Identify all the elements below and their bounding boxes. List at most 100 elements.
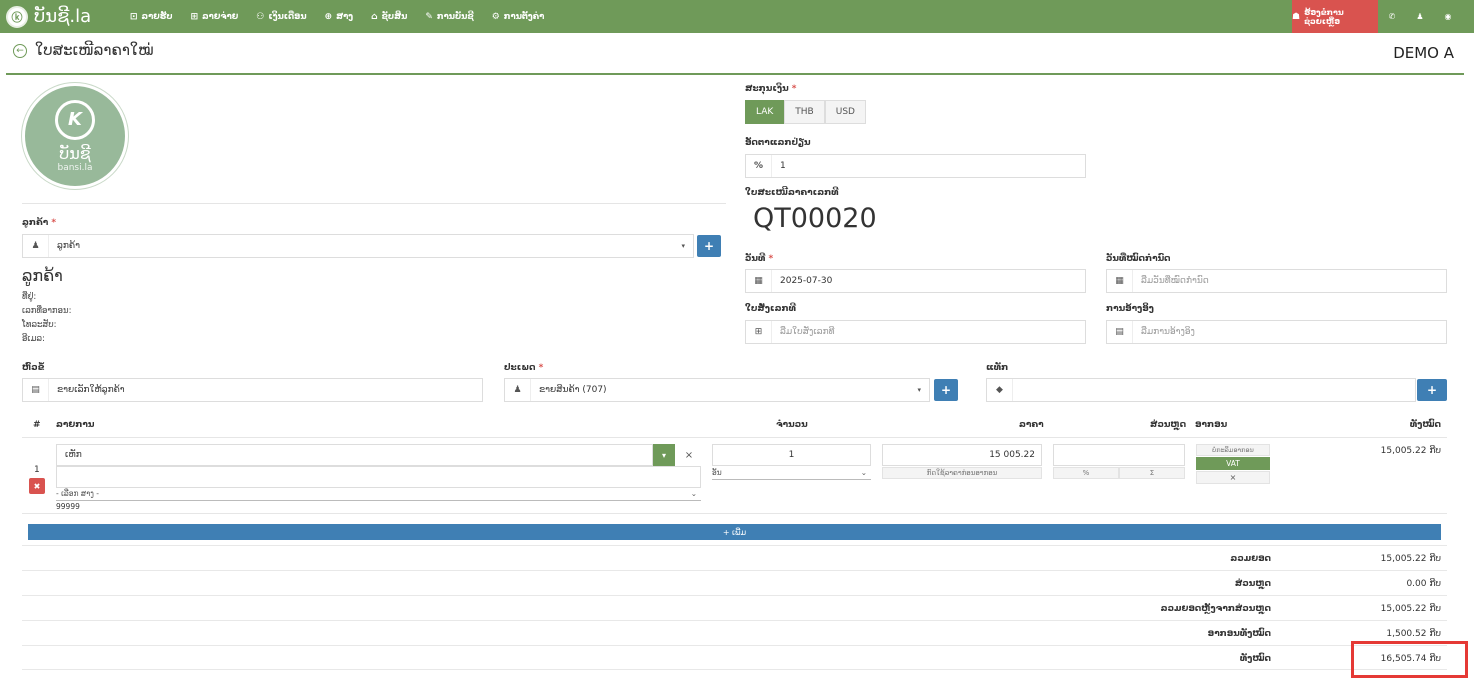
tax-total-row: ອາກອນທັງໝົດ 1,500.52 ກີບ xyxy=(22,620,1447,645)
nav-item-settings[interactable]: ⚙ ການຕັ້ງຄ່າ xyxy=(492,12,545,22)
main-nav: ⊡ ລາຍຮັບ ⊞ ລາຍຈ່າຍ ⚇ ເງິນເດືອນ ⊕ ສາງ ⌂ ຊັບສິນ… xyxy=(130,0,562,33)
brand[interactable]: ⓚ ບັນຊີ.la xyxy=(6,4,91,29)
help-icon[interactable]: ◉ xyxy=(1438,0,1458,33)
header-divider xyxy=(6,73,1464,75)
nav-item-expense[interactable]: ⊞ ລາຍຈ່າຍ xyxy=(191,12,239,22)
close-icon: × xyxy=(684,449,694,461)
item-select[interactable]: ເຫັກ xyxy=(56,444,653,466)
grand-total-row: ທັງໝົດ 16,505.74 ກີບ xyxy=(22,645,1447,670)
add-customer-button[interactable]: + xyxy=(697,235,721,257)
type-label: ປະເພດ * xyxy=(504,363,544,373)
brand-name: ບັນຊີ.la xyxy=(34,6,92,27)
currency-label: ສະກຸນເງິນ * xyxy=(745,84,797,94)
po-label: ໃບສັ່ງເລກທີ xyxy=(745,304,796,314)
row-total: 15,005.22 ກີບ xyxy=(1380,446,1441,456)
bank-icon: ⌂ xyxy=(371,11,378,22)
unit-select[interactable]: ອັນ ⌄ xyxy=(712,468,871,480)
currency-toggle: LAK THB USD xyxy=(745,100,866,124)
type-select[interactable]: ♟ ຂາຍສິນຄ້າ (707) ▾ xyxy=(504,378,930,402)
left-divider xyxy=(22,203,726,204)
customer-address: ທີ່ຢູ່: xyxy=(22,292,37,302)
customer-select[interactable]: ♟ ລູກຄ້າ ▾ xyxy=(22,234,694,258)
whatsapp-icon[interactable]: ✆ xyxy=(1382,0,1402,33)
discount-sum-button[interactable]: Σ xyxy=(1119,467,1185,479)
subject-input[interactable]: ▤ ຂາຍເລັກໃຫ້ລູກຄ້າ xyxy=(22,378,483,402)
chevron-down-icon: ▾ xyxy=(661,450,666,460)
brand-logo-icon: ⓚ xyxy=(6,5,28,28)
date-input[interactable]: ▦ 2025-07-30 xyxy=(745,269,1086,293)
tags-label: ແທັກ xyxy=(986,363,1009,373)
support-button[interactable]: ☗ ຮ້ອງຂໍການຊ່ວຍເຫຼືອ xyxy=(1292,0,1378,33)
tags-input[interactable]: ◆ xyxy=(986,378,1416,402)
warehouse-icon: ⊕ xyxy=(324,11,333,22)
trash-icon: ✖ xyxy=(33,481,41,491)
cart-icon: ⊞ xyxy=(746,321,772,343)
chevron-down-icon: ▾ xyxy=(681,242,685,250)
currency-thb[interactable]: THB xyxy=(784,100,825,124)
customer-label: ລູກຄ້າ * xyxy=(22,218,57,228)
nav-item-income[interactable]: ⊡ ລາຍຮັບ xyxy=(130,12,173,22)
tax-vat-option[interactable]: VAT xyxy=(1196,457,1270,470)
nav-item-assets[interactable]: ⌂ ຊັບສິນ xyxy=(371,12,407,22)
customer-name: ລູກຄ້າ xyxy=(22,266,63,285)
add-row-button[interactable]: + ເພີ່ມ xyxy=(28,524,1441,540)
due-date-input[interactable]: ▦ ລືມວັນທີ່ໝົດກຳນົດ xyxy=(1106,269,1447,293)
nav-item-payroll[interactable]: ⚇ ເງິນເດືອນ xyxy=(256,12,306,22)
tax-clear-option[interactable]: × xyxy=(1196,471,1270,484)
warehouse-select[interactable]: - ເລືອກ ສາງ - ⌄ xyxy=(56,489,701,501)
user-icon[interactable]: ♟ xyxy=(1410,0,1430,33)
income-icon: ⊡ xyxy=(130,11,138,22)
currency-lak[interactable]: LAK xyxy=(745,100,785,124)
tax-none-option[interactable]: ບໍ່ກະລິມອາກອນ xyxy=(1196,444,1270,456)
grand-total-highlight xyxy=(1351,641,1468,678)
company-name: DEMO A xyxy=(1393,44,1454,62)
price-input[interactable]: 15 005.22 xyxy=(882,444,1042,466)
discount-input[interactable] xyxy=(1053,444,1185,466)
file-icon: ▤ xyxy=(23,379,49,401)
item-dropdown-button[interactable]: ▾ xyxy=(653,444,675,466)
add-type-button[interactable]: + xyxy=(934,379,958,401)
file-icon: ▤ xyxy=(1107,321,1133,343)
subtotal-row: ລວມຍອດ 15,005.22 ກີບ xyxy=(22,545,1447,570)
item-description-textarea[interactable] xyxy=(56,466,701,488)
page-title: ໃບສະເໜີລາຄາໃໝ່ xyxy=(35,41,154,59)
quote-number: QT00020 xyxy=(753,203,877,234)
nav-item-warehouse[interactable]: ⊕ ສາງ xyxy=(325,12,354,22)
calendar-icon: ▦ xyxy=(746,270,772,292)
chevron-down-icon: ⌄ xyxy=(690,489,697,498)
po-input[interactable]: ⊞ ລືມໃບສັ່ງເລກທີ xyxy=(745,320,1086,344)
gears-icon: ⚙ xyxy=(491,11,500,22)
customer-email: ອີເມລ: xyxy=(22,334,45,344)
exchange-rate-label: ອັດຕາແລກປ່ຽນ xyxy=(745,138,811,148)
user-icon: ♟ xyxy=(23,235,49,257)
book-icon: ✎ xyxy=(425,11,433,22)
page-header: ← ໃບສະເໜີລາຄາໃໝ່ DEMO A xyxy=(0,33,1474,73)
row-number: 1 xyxy=(34,465,40,475)
due-date-label: ວັນທີ່ໝົດກຳນົດ xyxy=(1106,254,1171,264)
reference-label: ການອ້າງອິງ xyxy=(1106,304,1154,314)
customer-phone: ໂທລະສັບ: xyxy=(22,320,57,330)
logo-k-icon: K xyxy=(55,99,95,140)
chevron-down-icon: ▾ xyxy=(917,386,921,394)
exchange-rate-input[interactable]: % 1 xyxy=(745,154,1086,178)
percent-icon: % xyxy=(746,155,772,177)
back-arrow-icon[interactable]: ← xyxy=(13,44,27,58)
after-discount-row: ລວມຍອດຫຼັງຈາກສ່ວນຫຼຸດ 15,005.22 ກີບ xyxy=(22,595,1447,620)
nav-item-accounting[interactable]: ✎ ການບັນຊີ xyxy=(425,12,473,22)
reference-input[interactable]: ▤ ລືມການອ້າງອິງ xyxy=(1106,320,1447,344)
discount-row: ສ່ວນຫຼຸດ 0.00 ກີບ xyxy=(22,570,1447,595)
delete-row-button[interactable]: ✖ xyxy=(29,478,45,494)
add-tag-button[interactable]: + xyxy=(1417,379,1447,401)
top-navbar: ⓚ ບັນຊີ.la ⊡ ລາຍຮັບ ⊞ ລາຍຈ່າຍ ⚇ ເງິນເດືອນ ⊕… xyxy=(0,0,1474,33)
company-logo: K ບັນຊີ bansi.la xyxy=(22,83,128,189)
quantity-input[interactable]: 1 xyxy=(712,444,871,466)
discount-percent-button[interactable]: % xyxy=(1053,467,1119,479)
date-label: ວັນທີ * xyxy=(745,254,774,264)
clear-item-button[interactable]: × xyxy=(678,444,700,466)
currency-usd[interactable]: USD xyxy=(824,100,866,124)
calendar-icon: ▦ xyxy=(1107,270,1133,292)
tags-icon: ◆ xyxy=(987,379,1013,401)
price-before-tax-button[interactable]: ກົດໃຊ້ລາຄາກ່ອນອາກອນ xyxy=(882,467,1042,479)
items-table-header: # ລາຍການ ຈຳນວນ ລາຄາ ສ່ວນຫຼຸດ ອາກອນ ທັງໝົ… xyxy=(22,412,1447,438)
quote-number-label: ໃບສະເໜີລາຄາເລກທີ xyxy=(745,188,839,198)
